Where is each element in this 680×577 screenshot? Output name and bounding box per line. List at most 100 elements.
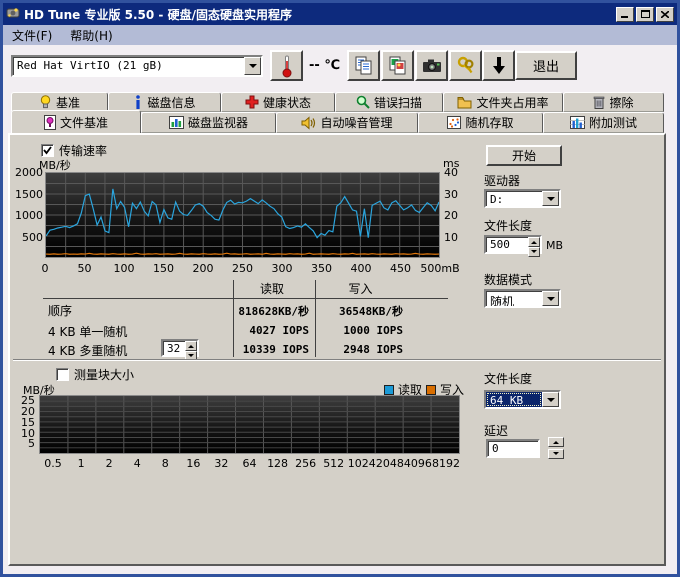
tab-label: 基准 [56, 94, 80, 111]
thermometer-icon [281, 54, 293, 78]
axis-tick-label: 8 [162, 457, 169, 470]
file-length-unit: MB [546, 239, 563, 252]
4k-multi-read-value: 10339 IOPS [235, 343, 309, 356]
screenshot-button[interactable] [415, 50, 448, 81]
keys-icon [457, 56, 475, 76]
file-benchmark-icon [44, 115, 56, 130]
spinner-up-icon[interactable] [528, 237, 540, 247]
chevron-down-icon[interactable] [542, 191, 559, 206]
table-divider [233, 280, 234, 357]
axis-tick-label: 8192 [432, 457, 460, 470]
tab-random-access[interactable]: 随机存取 [418, 112, 543, 133]
axis-tick-label: 1 [78, 457, 85, 470]
tab-extra-tests[interactable]: 附加测试 [543, 112, 664, 133]
target-drive-select[interactable]: D: [484, 189, 561, 208]
app-icon [6, 6, 20, 23]
axis-tick-label: 32 [214, 457, 228, 470]
drive-select[interactable]: Red Hat VirtIO (21 gB) [11, 55, 263, 77]
file-length-value: 500 [486, 237, 528, 252]
copy-image-icon [389, 56, 407, 76]
health-cross-icon [245, 95, 259, 109]
spinner-down-icon[interactable] [528, 247, 540, 257]
axis-tick-label: 0 [42, 262, 49, 275]
copy-text-icon [355, 56, 373, 76]
tab-file-benchmark[interactable]: 文件基准 [11, 110, 141, 133]
axis-tick-label: 50 [78, 262, 92, 275]
tab-disk-monitor[interactable]: 磁盘监视器 [141, 112, 276, 133]
save-down-arrow-icon [491, 56, 507, 76]
chevron-down-icon[interactable] [542, 291, 559, 306]
axis-tick-label: 1024 [348, 457, 376, 470]
tab-folder-usage[interactable]: 文件夹占用率 [443, 92, 563, 112]
tab-label: 错误扫描 [374, 94, 422, 111]
file-length-spinner[interactable]: 500 [484, 235, 542, 254]
axis-tick-label: 0.5 [44, 457, 62, 470]
maximize-button[interactable] [636, 7, 654, 22]
tab-disk-info[interactable]: 磁盘信息 [108, 92, 221, 112]
sequential-read-value: 818628KB/秒 [235, 303, 309, 319]
table-header-rule [43, 298, 448, 299]
delay-up-button[interactable] [548, 437, 564, 447]
block-size-checkbox[interactable]: 测量块大小 [56, 366, 134, 383]
axis-tick-label: 4 [134, 457, 141, 470]
sequential-write-value: 36548KB/秒 [313, 303, 403, 319]
axis-tick-label: 64 [243, 457, 257, 470]
delay-input[interactable]: 0 [486, 439, 540, 458]
tab-label: 自动噪音管理 [320, 114, 392, 131]
axis-tick-label: 500 [22, 231, 43, 244]
axis-tick-label: 450 [390, 262, 411, 275]
exit-button[interactable]: 退出 [515, 51, 577, 80]
delay-down-button[interactable] [548, 449, 564, 459]
close-button[interactable] [656, 7, 674, 22]
tab-row-2: 文件基准 磁盘监视器 自动噪音管理 随机存取 附加测试 [11, 112, 664, 133]
row-4k-multi-label: 4 KB 多重随机 [48, 342, 127, 359]
4k-single-read-value: 4027 IOPS [235, 324, 309, 337]
block-size-select[interactable]: 64 KB [484, 390, 561, 409]
temperature-button[interactable] [270, 50, 303, 81]
row-4k-single-label: 4 KB 单一随机 [48, 323, 127, 340]
start-button[interactable]: 开始 [486, 145, 562, 166]
block-size-chart [39, 395, 460, 454]
menu-help[interactable]: 帮助(H) [61, 25, 121, 46]
axis-tick-label: 250 [232, 262, 253, 275]
tab-error-scan[interactable]: 错误扫描 [335, 92, 443, 112]
tab-label: 磁盘监视器 [188, 114, 248, 131]
tab-label: 文件基准 [60, 114, 108, 131]
chevron-down-icon[interactable] [244, 57, 261, 75]
drive-label: 驱动器 [484, 172, 520, 189]
magnifier-icon [356, 95, 370, 109]
queue-depth-value: 32 [163, 341, 185, 355]
tab-label: 磁盘信息 [147, 94, 195, 111]
axis-tick-label: 128 [267, 457, 288, 470]
menu-file[interactable]: 文件(F) [3, 25, 61, 46]
keys-button[interactable] [449, 50, 482, 81]
copy-text-button[interactable] [347, 50, 380, 81]
axis-tick-label: 200 [193, 262, 214, 275]
axis-tick-label: 40 [444, 166, 458, 179]
queue-depth-spinner[interactable]: 32 [161, 339, 199, 357]
tab-auto-acoustic[interactable]: 自动噪音管理 [276, 112, 418, 133]
axis-tick-label: 256 [295, 457, 316, 470]
data-mode-select[interactable]: 随机 [484, 289, 561, 308]
chevron-down-icon[interactable] [542, 392, 559, 407]
spinner-up-icon[interactable] [185, 341, 197, 351]
axis-tick-label: 2000 [15, 166, 43, 179]
tab-label: 健康状态 [263, 94, 311, 111]
copy-image-button[interactable] [381, 50, 414, 81]
save-results-button[interactable] [482, 50, 515, 81]
axis-tick-label: 350 [311, 262, 332, 275]
titlebar[interactable]: HD Tune 专业版 5.50 - 硬盘/固态硬盘实用程序 [3, 3, 677, 25]
tab-health[interactable]: 健康状态 [221, 92, 335, 112]
axis-tick-label: 20 [444, 209, 458, 222]
row-sequential-label: 顺序 [48, 302, 72, 319]
block-size-label: 测量块大小 [74, 366, 134, 383]
block-file-length-label: 文件长度 [484, 370, 532, 387]
section-divider [13, 359, 661, 361]
write-column-header: 写入 [318, 280, 403, 297]
tab-benchmark[interactable]: 基准 [11, 92, 108, 112]
axis-tick-label: 30 [444, 188, 458, 201]
random-dots-icon [447, 116, 461, 129]
info-icon [133, 95, 143, 109]
tab-erase[interactable]: 擦除 [563, 92, 664, 112]
minimize-button[interactable] [616, 7, 634, 22]
